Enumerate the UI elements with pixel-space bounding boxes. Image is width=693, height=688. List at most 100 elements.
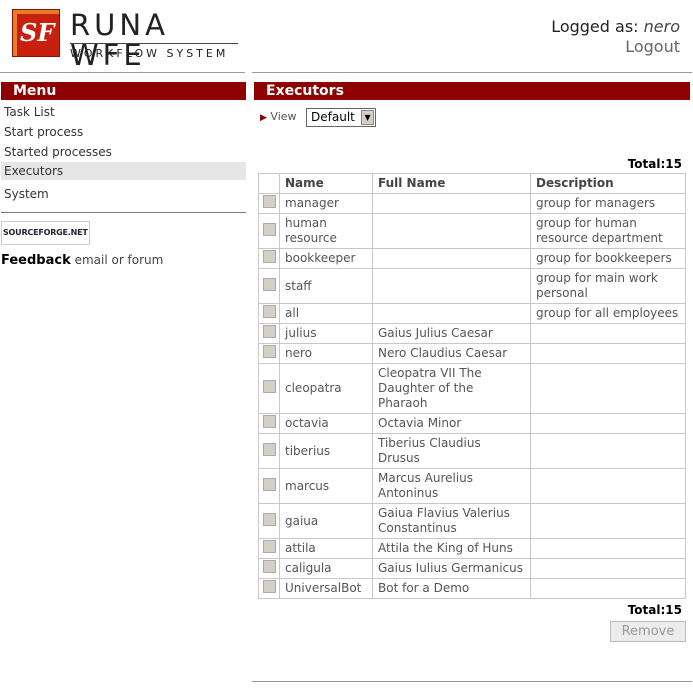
- table-row: manager group for managers: [258, 193, 686, 214]
- executor-description: [530, 433, 686, 469]
- executor-full-name: Nero Claudius Caesar: [372, 343, 531, 364]
- row-checkbox[interactable]: [262, 277, 276, 291]
- view-label: View: [270, 110, 297, 123]
- divider: [0, 72, 245, 73]
- table-row: julius Gaius Julius Caesar: [258, 323, 686, 344]
- executor-name[interactable]: gaiua: [279, 503, 373, 539]
- table-row: marcus Marcus Aurelius Antoninus: [258, 468, 686, 504]
- row-select-cell: [258, 413, 280, 434]
- view-row: ▶ View Default ▼: [254, 107, 690, 127]
- executor-name[interactable]: manager: [279, 193, 373, 214]
- executor-full-name: Marcus Aurelius Antoninus: [372, 468, 531, 504]
- table-row: octavia Octavia Minor: [258, 413, 686, 434]
- executor-description: [530, 503, 686, 539]
- executor-full-name: [372, 193, 531, 214]
- executor-full-name: [372, 268, 531, 304]
- row-checkbox[interactable]: [262, 560, 276, 573]
- executor-name[interactable]: attila: [279, 538, 373, 559]
- row-select-cell: [258, 468, 280, 504]
- sourceforge-logo[interactable]: SOURCEFORGE.NET: [1, 221, 90, 245]
- remove-button[interactable]: Remove: [610, 621, 686, 642]
- executor-description: [530, 413, 686, 434]
- column-header-full-name[interactable]: Full Name: [372, 173, 531, 194]
- row-checkbox[interactable]: [262, 442, 276, 456]
- row-checkbox[interactable]: [262, 305, 276, 318]
- executor-full-name: Cleopatra VII The Daughter of the Pharao…: [372, 363, 531, 414]
- executor-name[interactable]: marcus: [279, 468, 373, 504]
- row-select-cell: [258, 323, 280, 344]
- menu-title: Menu: [1, 82, 246, 100]
- column-header-description[interactable]: Description: [530, 173, 686, 194]
- row-checkbox[interactable]: [262, 222, 276, 236]
- row-checkbox[interactable]: [262, 580, 276, 593]
- executor-full-name: [372, 213, 531, 249]
- row-checkbox[interactable]: [262, 325, 276, 338]
- table-row: tiberius Tiberius Claudius Drusus: [258, 433, 686, 469]
- row-select-cell: [258, 363, 280, 414]
- table-row: staff group for main work personal: [258, 268, 686, 304]
- row-checkbox[interactable]: [262, 195, 276, 208]
- row-checkbox[interactable]: [262, 380, 276, 393]
- executor-name[interactable]: caligula: [279, 558, 373, 579]
- logout-link[interactable]: Logout: [551, 37, 680, 57]
- logged-as-label: Logged as:: [551, 17, 639, 36]
- executor-name[interactable]: all: [279, 303, 373, 324]
- executor-full-name: Tiberius Claudius Drusus: [372, 433, 531, 469]
- table-row: caligula Gaius Iulius Germanicus: [258, 558, 686, 579]
- executor-full-name: Octavia Minor: [372, 413, 531, 434]
- executor-name[interactable]: tiberius: [279, 433, 373, 469]
- view-select[interactable]: Default ▼: [306, 107, 377, 127]
- executor-full-name: Gaiua Flavius Valerius Constantinus: [372, 503, 531, 539]
- row-checkbox[interactable]: [262, 345, 276, 358]
- executor-full-name: [372, 303, 531, 324]
- executor-name[interactable]: UniversalBot: [279, 578, 373, 599]
- executor-name[interactable]: octavia: [279, 413, 373, 434]
- sidebar-menu: Menu Task List Start process Started pro…: [1, 82, 246, 268]
- executor-full-name: [372, 248, 531, 269]
- executor-name[interactable]: human resource: [279, 213, 373, 249]
- menu-item-executors[interactable]: Executors: [1, 162, 246, 180]
- table-row: cleopatra Cleopatra VII The Daughter of t…: [258, 363, 686, 414]
- executor-name[interactable]: bookkeeper: [279, 248, 373, 269]
- executor-description: group for bookkeepers: [530, 248, 686, 269]
- divider: [1, 212, 246, 213]
- row-select-cell: [258, 433, 280, 469]
- table-header: Name Full Name Description: [258, 173, 686, 194]
- app-logo: SF RUNA WFE WORKFLOW SYSTEM: [12, 9, 242, 70]
- executor-description: [530, 468, 686, 504]
- executor-full-name: Gaius Julius Caesar: [372, 323, 531, 344]
- row-select-cell: [258, 558, 280, 579]
- menu-item-start-process[interactable]: Start process: [1, 122, 246, 142]
- row-checkbox[interactable]: [262, 540, 276, 553]
- executor-description: [530, 578, 686, 599]
- column-header-name[interactable]: Name: [279, 173, 373, 194]
- menu-item-task-list[interactable]: Task List: [1, 102, 246, 122]
- chevron-down-icon[interactable]: ▼: [361, 109, 375, 125]
- row-select-cell: [258, 213, 280, 249]
- executor-description: [530, 558, 686, 579]
- row-checkbox[interactable]: [262, 415, 276, 428]
- executor-name[interactable]: nero: [279, 343, 373, 364]
- row-checkbox[interactable]: [262, 250, 276, 263]
- row-select-cell: [258, 343, 280, 364]
- feedback: Feedback email or forum: [1, 253, 246, 268]
- menu-item-started-processes[interactable]: Started processes: [1, 142, 246, 162]
- select-column-header: [258, 173, 280, 194]
- executor-name[interactable]: staff: [279, 268, 373, 304]
- table-row: human resource group for human resource d…: [258, 213, 686, 249]
- row-select-cell: [258, 248, 280, 269]
- app-name: RUNA WFE: [70, 8, 169, 72]
- triangle-right-icon: ▶: [260, 113, 267, 123]
- executor-name[interactable]: julius: [279, 323, 373, 344]
- table-row: bookkeeper group for bookkeepers: [258, 248, 686, 269]
- row-select-cell: [258, 268, 280, 304]
- feedback-link[interactable]: email or forum: [75, 253, 164, 267]
- row-checkbox[interactable]: [262, 477, 276, 491]
- executor-description: [530, 538, 686, 559]
- row-checkbox[interactable]: [262, 512, 276, 526]
- executor-description: [530, 323, 686, 344]
- table-row: all group for all employees: [258, 303, 686, 324]
- executor-name[interactable]: cleopatra: [279, 363, 373, 414]
- row-select-cell: [258, 193, 280, 214]
- menu-item-system[interactable]: System: [1, 184, 246, 204]
